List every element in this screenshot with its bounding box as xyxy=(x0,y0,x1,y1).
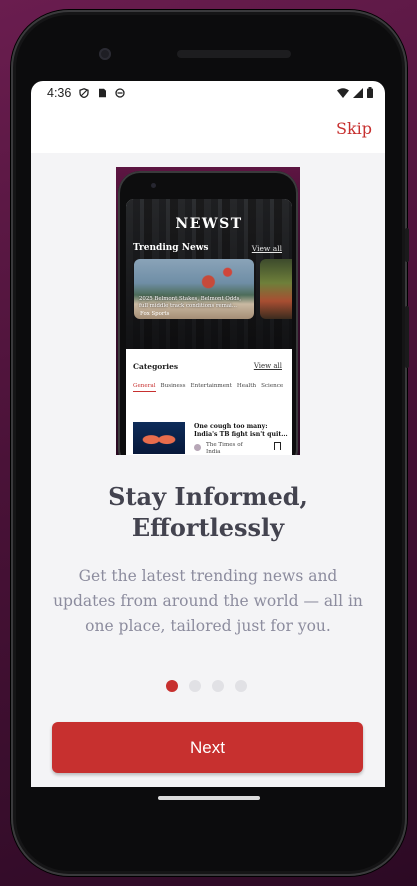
preview-tab: Entertainment xyxy=(190,383,232,389)
preview-bookmark-icon xyxy=(274,442,281,450)
page-dot-4[interactable] xyxy=(235,680,247,692)
preview-source-avatar xyxy=(194,444,201,451)
onboarding-headline: Stay Informed, Effortlessly xyxy=(31,481,385,543)
preview-screen: NEWST Trending News View all 2025 Belmon… xyxy=(126,199,292,455)
status-bar: 4:36 xyxy=(31,81,385,105)
shield-icon xyxy=(79,88,89,98)
next-button[interactable]: Next xyxy=(52,722,363,773)
preview-trending-card: 2025 Belmont Stakes, Belmont Odds, full … xyxy=(134,259,254,319)
preview-tab: Business xyxy=(160,383,186,389)
onboarding-content: NEWST Trending News View all 2025 Belmon… xyxy=(31,153,385,787)
preview-camera-icon xyxy=(151,183,156,188)
preview-trending-view-all: View all xyxy=(251,244,282,253)
preview-app-logo: NEWST xyxy=(175,216,243,232)
preview-tab: Health xyxy=(236,383,257,389)
preview-categories-section: Categories View all General Business Ent… xyxy=(126,349,292,455)
preview-tab: General xyxy=(133,383,156,392)
preview-phone-frame: NEWST Trending News View all 2025 Belmon… xyxy=(118,171,298,455)
preview-card-caption: 2025 Belmont Stakes, Belmont Odds, full … xyxy=(139,296,242,309)
app-preview-image: NEWST Trending News View all 2025 Belmon… xyxy=(116,167,300,455)
preview-trending-title: Trending News xyxy=(133,243,209,253)
page-dot-3[interactable] xyxy=(212,680,224,692)
page-dot-2[interactable] xyxy=(189,680,201,692)
app-screen: 4:36 Skip NEWST Trending News View all 2… xyxy=(31,81,385,787)
preview-category-tabs: General Business Entertainment Health Sc… xyxy=(133,383,283,392)
page-dot-1[interactable] xyxy=(166,680,178,692)
headline-line-1: Stay Informed, xyxy=(108,482,308,511)
earpiece-speaker xyxy=(177,50,291,58)
wifi-icon xyxy=(337,87,349,98)
preview-article-image xyxy=(133,422,185,454)
sim-card-icon xyxy=(99,88,107,98)
preview-categories-view-all: View all xyxy=(253,362,282,370)
battery-icon xyxy=(367,87,373,98)
headline-line-2: Effortlessly xyxy=(131,513,285,542)
page-indicator xyxy=(166,680,247,692)
preview-article-source: The Times of India xyxy=(206,442,243,455)
power-button xyxy=(405,228,409,262)
volume-button xyxy=(405,306,409,368)
preview-card-source: Fox Sports xyxy=(140,311,170,317)
skip-button[interactable]: Skip xyxy=(336,119,372,138)
preview-categories-title: Categories xyxy=(133,362,179,371)
preview-article-title: One cough too many: India's TB fight isn… xyxy=(194,423,288,438)
top-bar: Skip xyxy=(31,105,385,153)
status-time: 4:36 xyxy=(47,86,72,100)
preview-tab: Science xyxy=(261,383,284,389)
home-indicator[interactable] xyxy=(158,796,260,800)
onboarding-description: Get the latest trending news and updates… xyxy=(53,567,363,635)
preview-trending-card-next xyxy=(260,259,292,319)
front-camera-icon xyxy=(99,48,111,60)
signal-icon xyxy=(353,87,363,98)
face-icon xyxy=(115,88,125,98)
